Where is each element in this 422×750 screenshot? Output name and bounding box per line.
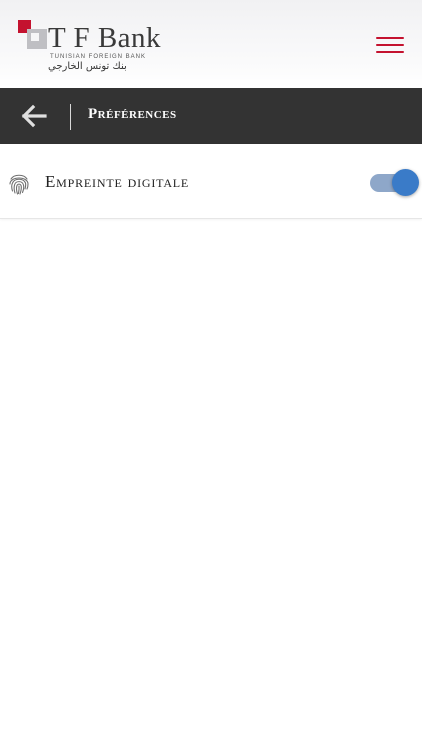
hamburger-menu-icon[interactable] xyxy=(376,37,404,55)
menu-line xyxy=(376,44,404,46)
toggle-knob xyxy=(392,169,419,196)
title-divider xyxy=(70,104,71,130)
logo-name: T F Bank xyxy=(48,22,162,54)
fingerprint-icon xyxy=(9,174,29,195)
app-screen: T F Bank TUNISIAN FOREIGN BANK بنك تونس … xyxy=(0,0,422,750)
preference-label: Empreinte digitale xyxy=(45,172,190,191)
preference-row-fingerprint: Empreinte digitale xyxy=(0,144,422,219)
logo-subtitle: TUNISIAN FOREIGN BANK xyxy=(50,54,147,60)
title-bar: Préférences xyxy=(0,88,422,144)
top-header: T F Bank TUNISIAN FOREIGN BANK بنك تونس … xyxy=(0,0,422,88)
page-title: Préférences xyxy=(88,106,177,122)
tfbank-logo[interactable]: T F Bank TUNISIAN FOREIGN BANK بنك تونس … xyxy=(18,20,168,76)
back-button[interactable] xyxy=(20,102,48,130)
logo-white-square xyxy=(31,33,39,41)
menu-line xyxy=(376,51,404,53)
fingerprint-toggle[interactable] xyxy=(370,168,422,198)
menu-line xyxy=(376,37,404,39)
logo-mark xyxy=(18,20,50,52)
arrow-left-icon xyxy=(21,104,47,128)
logo-arabic-name: بنك تونس الخارجي xyxy=(48,61,127,72)
